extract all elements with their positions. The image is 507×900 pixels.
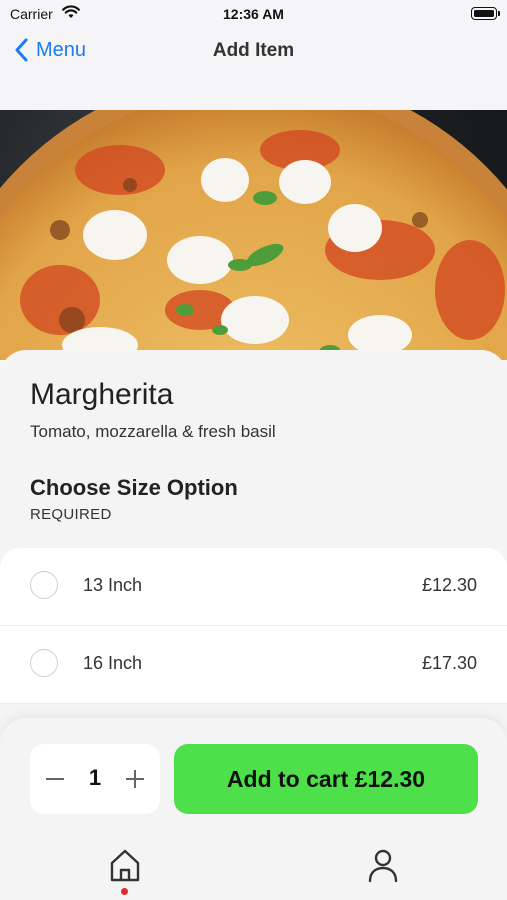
active-tab-indicator	[121, 888, 128, 895]
size-section-title: Choose Size Option	[30, 475, 238, 500]
plus-icon[interactable]	[124, 766, 146, 792]
pizza-illustration	[0, 110, 507, 360]
option-label: 16 Inch	[83, 653, 143, 673]
quantity-stepper: 1	[30, 744, 160, 814]
profile-icon[interactable]	[365, 846, 401, 886]
size-option-13-inch[interactable]: 13 Inch £12.30	[0, 548, 507, 626]
radio-button[interactable]	[30, 571, 58, 599]
size-option-16-inch[interactable]: 16 Inch £17.30	[0, 626, 507, 704]
nav-bar: Menu Add Item	[0, 28, 507, 78]
size-options-list: 13 Inch £12.30 16 Inch £17.30	[0, 548, 507, 704]
home-icon[interactable]	[107, 846, 143, 886]
battery-icon	[471, 7, 500, 20]
item-name: Margherita	[30, 378, 174, 411]
cart-footer: 1 Add to cart £12.30	[0, 718, 507, 900]
status-time: 12:36 AM	[223, 6, 284, 22]
option-price: £17.30	[421, 653, 477, 673]
page-title: Add Item	[212, 40, 295, 61]
pizza-photo	[0, 110, 507, 360]
status-bar: Carrier 12:36 AM	[0, 0, 507, 28]
size-required-label: REQUIRED	[30, 506, 112, 523]
option-label: 13 Inch	[83, 575, 143, 595]
item-description: Tomato, mozzarella & fresh basil	[30, 422, 276, 441]
option-price: £12.30	[421, 575, 477, 595]
radio-button[interactable]	[30, 649, 58, 677]
add-to-cart-button[interactable]: Add to cart £12.30	[174, 744, 478, 814]
